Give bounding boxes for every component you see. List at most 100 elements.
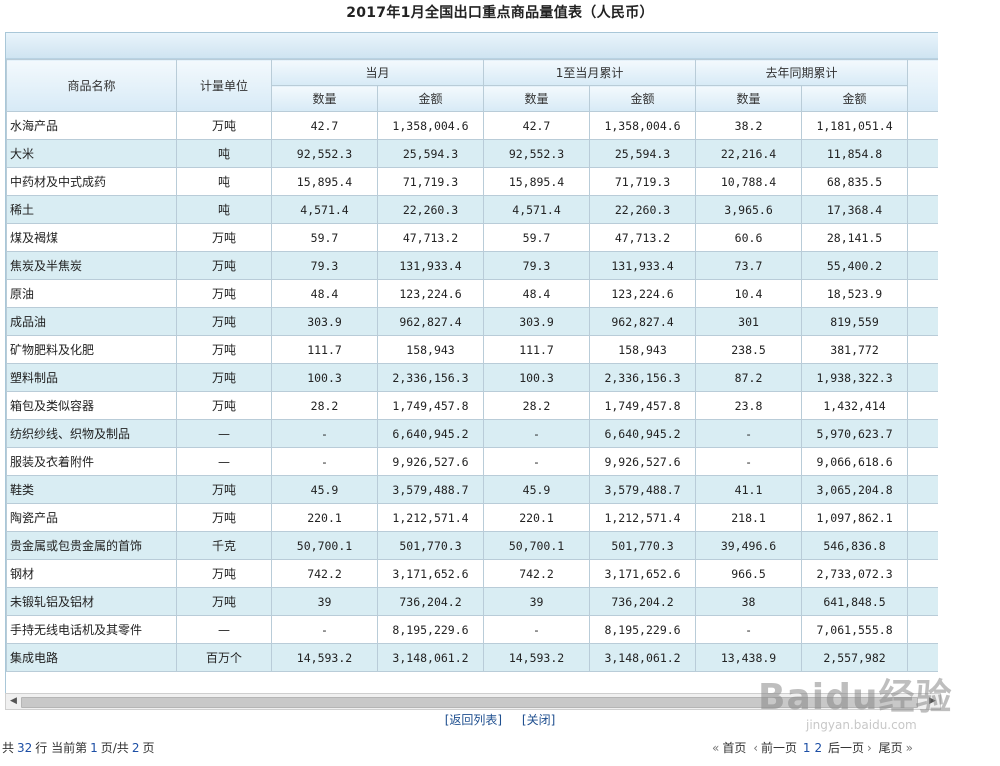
cell-cum-qty: 45.9 [483,475,591,504]
cell-extra [907,587,938,616]
cell-ly-qty: 73.7 [695,251,803,280]
cell-cum-amt: 962,827.4 [589,307,697,336]
cell-month-qty: 59.7 [271,223,378,252]
pager-summary: 共 32 行 当前第 1 页/共 2 页 [2,739,154,756]
cell-cum-amt: 71,719.3 [589,167,697,196]
col-header-month-qty[interactable]: 数量 [271,85,378,112]
cell-ly-amt: 68,835.5 [801,167,909,196]
cell-cum-qty: - [483,447,591,476]
cell-cum-qty: 42.7 [483,111,591,140]
cell-month-qty: 48.4 [271,279,378,308]
table-row[interactable]: 中药材及中式成药吨 15,895.4 71,719.3 15,895.4 71,719.… [6,167,938,196]
table-row[interactable]: 纺织纱线、织物及制品 — -6,640,945.2-6,640,945.2-5,97… [6,419,938,448]
table-row[interactable]: 矿物肥料及化肥 万吨 111.7 158,943 111.7 158,943 238.5 38… [6,335,938,364]
cell-name: 陶瓷产品 [6,503,177,532]
col-header-cum-qty[interactable]: 数量 [483,85,591,112]
table-row[interactable]: 箱包及类似容器 万吨 28.2 1,749,457.8 28.2 1,749,457.8 2… [6,391,938,420]
pager-prefix: 共 [2,741,15,755]
cell-name: 煤及褐煤 [6,223,177,252]
cell-cum-amt: 25,594.3 [589,139,697,168]
first-page-icon[interactable]: « [712,741,719,755]
cell-unit: 万吨 [176,587,272,616]
cell-cum-amt: 9,926,527.6 [589,447,697,476]
table-row[interactable]: 稀土吨 4,571.4 22,260.3 4,571.4 22,260.3 3,965.6… [6,195,938,224]
back-to-list-link[interactable]: [返回列表] [445,713,502,727]
col-header-unit[interactable]: 计量单位 [176,59,272,112]
cell-month-qty: 45.9 [271,475,378,504]
table-row[interactable]: 成品油 万吨 303.9 962,827.4 303.9 962,827.4 301 819,… [6,307,938,336]
table-row[interactable]: 服装及衣着附件 — -9,926,527.6-9,926,527.6-9,066,6… [6,447,938,476]
cell-ly-qty: 218.1 [695,503,803,532]
table-row[interactable]: 焦炭及半焦炭 万吨 79.3 131,933.4 79.3 131,933.4 73.7 55… [6,251,938,280]
cell-extra [907,167,938,196]
cell-ly-qty: 301 [695,307,803,336]
cell-month-amt: 3,171,652.6 [376,559,485,588]
cell-ly-amt: 5,970,623.7 [801,419,909,448]
cell-month-amt: 3,579,488.7 [376,475,485,504]
cell-extra [907,391,938,420]
cell-name: 未锻轧铝及铝材 [6,587,177,616]
cell-ly-amt: 28,141.5 [801,223,909,252]
col-header-month-amt[interactable]: 金额 [376,85,485,112]
cell-ly-amt: 9,066,618.6 [801,447,909,476]
cell-ly-qty: 39,496.6 [695,531,803,560]
col-header-ly-qty[interactable]: 数量 [695,85,803,112]
cell-unit: 万吨 [176,559,272,588]
table-row[interactable]: 未锻轧铝及铝材 万吨 39 736,204.2 39 736,204.2 38 641,848… [6,587,938,616]
table-row[interactable]: 煤及褐煤 万吨 59.7 47,713.2 59.7 47,713.2 60.6 28,141… [6,223,938,252]
cell-ly-qty: 23.8 [695,391,803,420]
close-link[interactable]: [关闭] [522,713,555,727]
cell-cum-qty: 92,552.3 [483,139,591,168]
cell-cum-qty: 39 [483,587,591,616]
cell-month-amt: 736,204.2 [376,587,485,616]
cell-unit: 万吨 [176,335,272,364]
col-header-cum-amt[interactable]: 金额 [589,85,697,112]
cell-month-amt: 158,943 [376,335,485,364]
cell-extra [907,251,938,280]
cell-month-amt: 123,224.6 [376,279,485,308]
cell-ly-amt: 546,836.8 [801,531,909,560]
table-row[interactable]: 钢材 万吨 742.2 3,171,652.6 742.2 3,171,652.6 966.… [6,559,938,588]
table-row[interactable]: 鞋类 万吨 45.9 3,579,488.7 45.9 3,579,488.7 41.1 3,… [6,475,938,504]
cell-month-qty: - [271,615,378,644]
current-page: 1 [90,741,98,755]
first-page-link[interactable]: 首页 [722,741,746,755]
col-group-cumulative: 1至当月累计 [483,59,697,86]
table-row[interactable]: 大米吨 92,552.3 25,594.3 92,552.3 25,594.3 22,21… [6,139,938,168]
cell-extra [907,111,938,140]
table-row[interactable]: 原油 万吨 48.4 123,224.6 48.4 123,224.6 10.4 18,523… [6,279,938,308]
cell-month-amt: 25,594.3 [376,139,485,168]
cell-ly-amt: 7,061,555.8 [801,615,909,644]
cell-extra [907,279,938,308]
col-header-name[interactable]: 商品名称 [6,59,177,112]
cell-month-qty: 39 [271,587,378,616]
cell-ly-qty: 3,965.6 [695,195,803,224]
table-row[interactable]: 水海产品 万吨 42.7 1,358,004.6 42.7 1,358,004.6 38.2… [6,111,938,140]
cell-month-amt: 1,212,571.4 [376,503,485,532]
cell-month-qty: 100.3 [271,363,378,392]
cell-month-amt: 3,148,061.2 [376,643,485,672]
cell-cum-amt: 3,171,652.6 [589,559,697,588]
cell-cum-qty: 4,571.4 [483,195,591,224]
cell-ly-qty: 10,788.4 [695,167,803,196]
cell-month-qty: - [271,447,378,476]
cell-name: 贵金属或包贵金属的首饰 [6,531,177,560]
cell-month-qty: 92,552.3 [271,139,378,168]
scroll-left-arrow-icon[interactable]: ◀ [6,694,21,709]
cell-ly-amt: 3,065,204.8 [801,475,909,504]
table-row[interactable]: 手持无线电话机及其零件 — -8,195,229.6-8,195,229.6-7,0… [6,615,938,644]
col-group-last-year: 去年同期累计 [695,59,909,86]
cell-month-amt: 8,195,229.6 [376,615,485,644]
table-row[interactable]: 陶瓷产品 万吨 220.1 1,212,571.4 220.1 1,212,571.4 21… [6,503,938,532]
cell-month-qty: 4,571.4 [271,195,378,224]
cell-cum-amt: 1,212,571.4 [589,503,697,532]
table-row[interactable]: 塑料制品 万吨 100.3 2,336,156.3 100.3 2,336,156.3 87… [6,363,938,392]
cell-unit: 吨 [176,195,272,224]
cell-unit: 千克 [176,531,272,560]
cell-cum-amt: 3,148,061.2 [589,643,697,672]
col-header-ly-amt[interactable]: 金额 [801,85,909,112]
table-row[interactable]: 贵金属或包贵金属的首饰 千克 50,700.1 501,770.3 50,700.1 50… [6,531,938,560]
cell-extra [907,139,938,168]
cell-month-amt: 9,926,527.6 [376,447,485,476]
cell-cum-amt: 131,933.4 [589,251,697,280]
